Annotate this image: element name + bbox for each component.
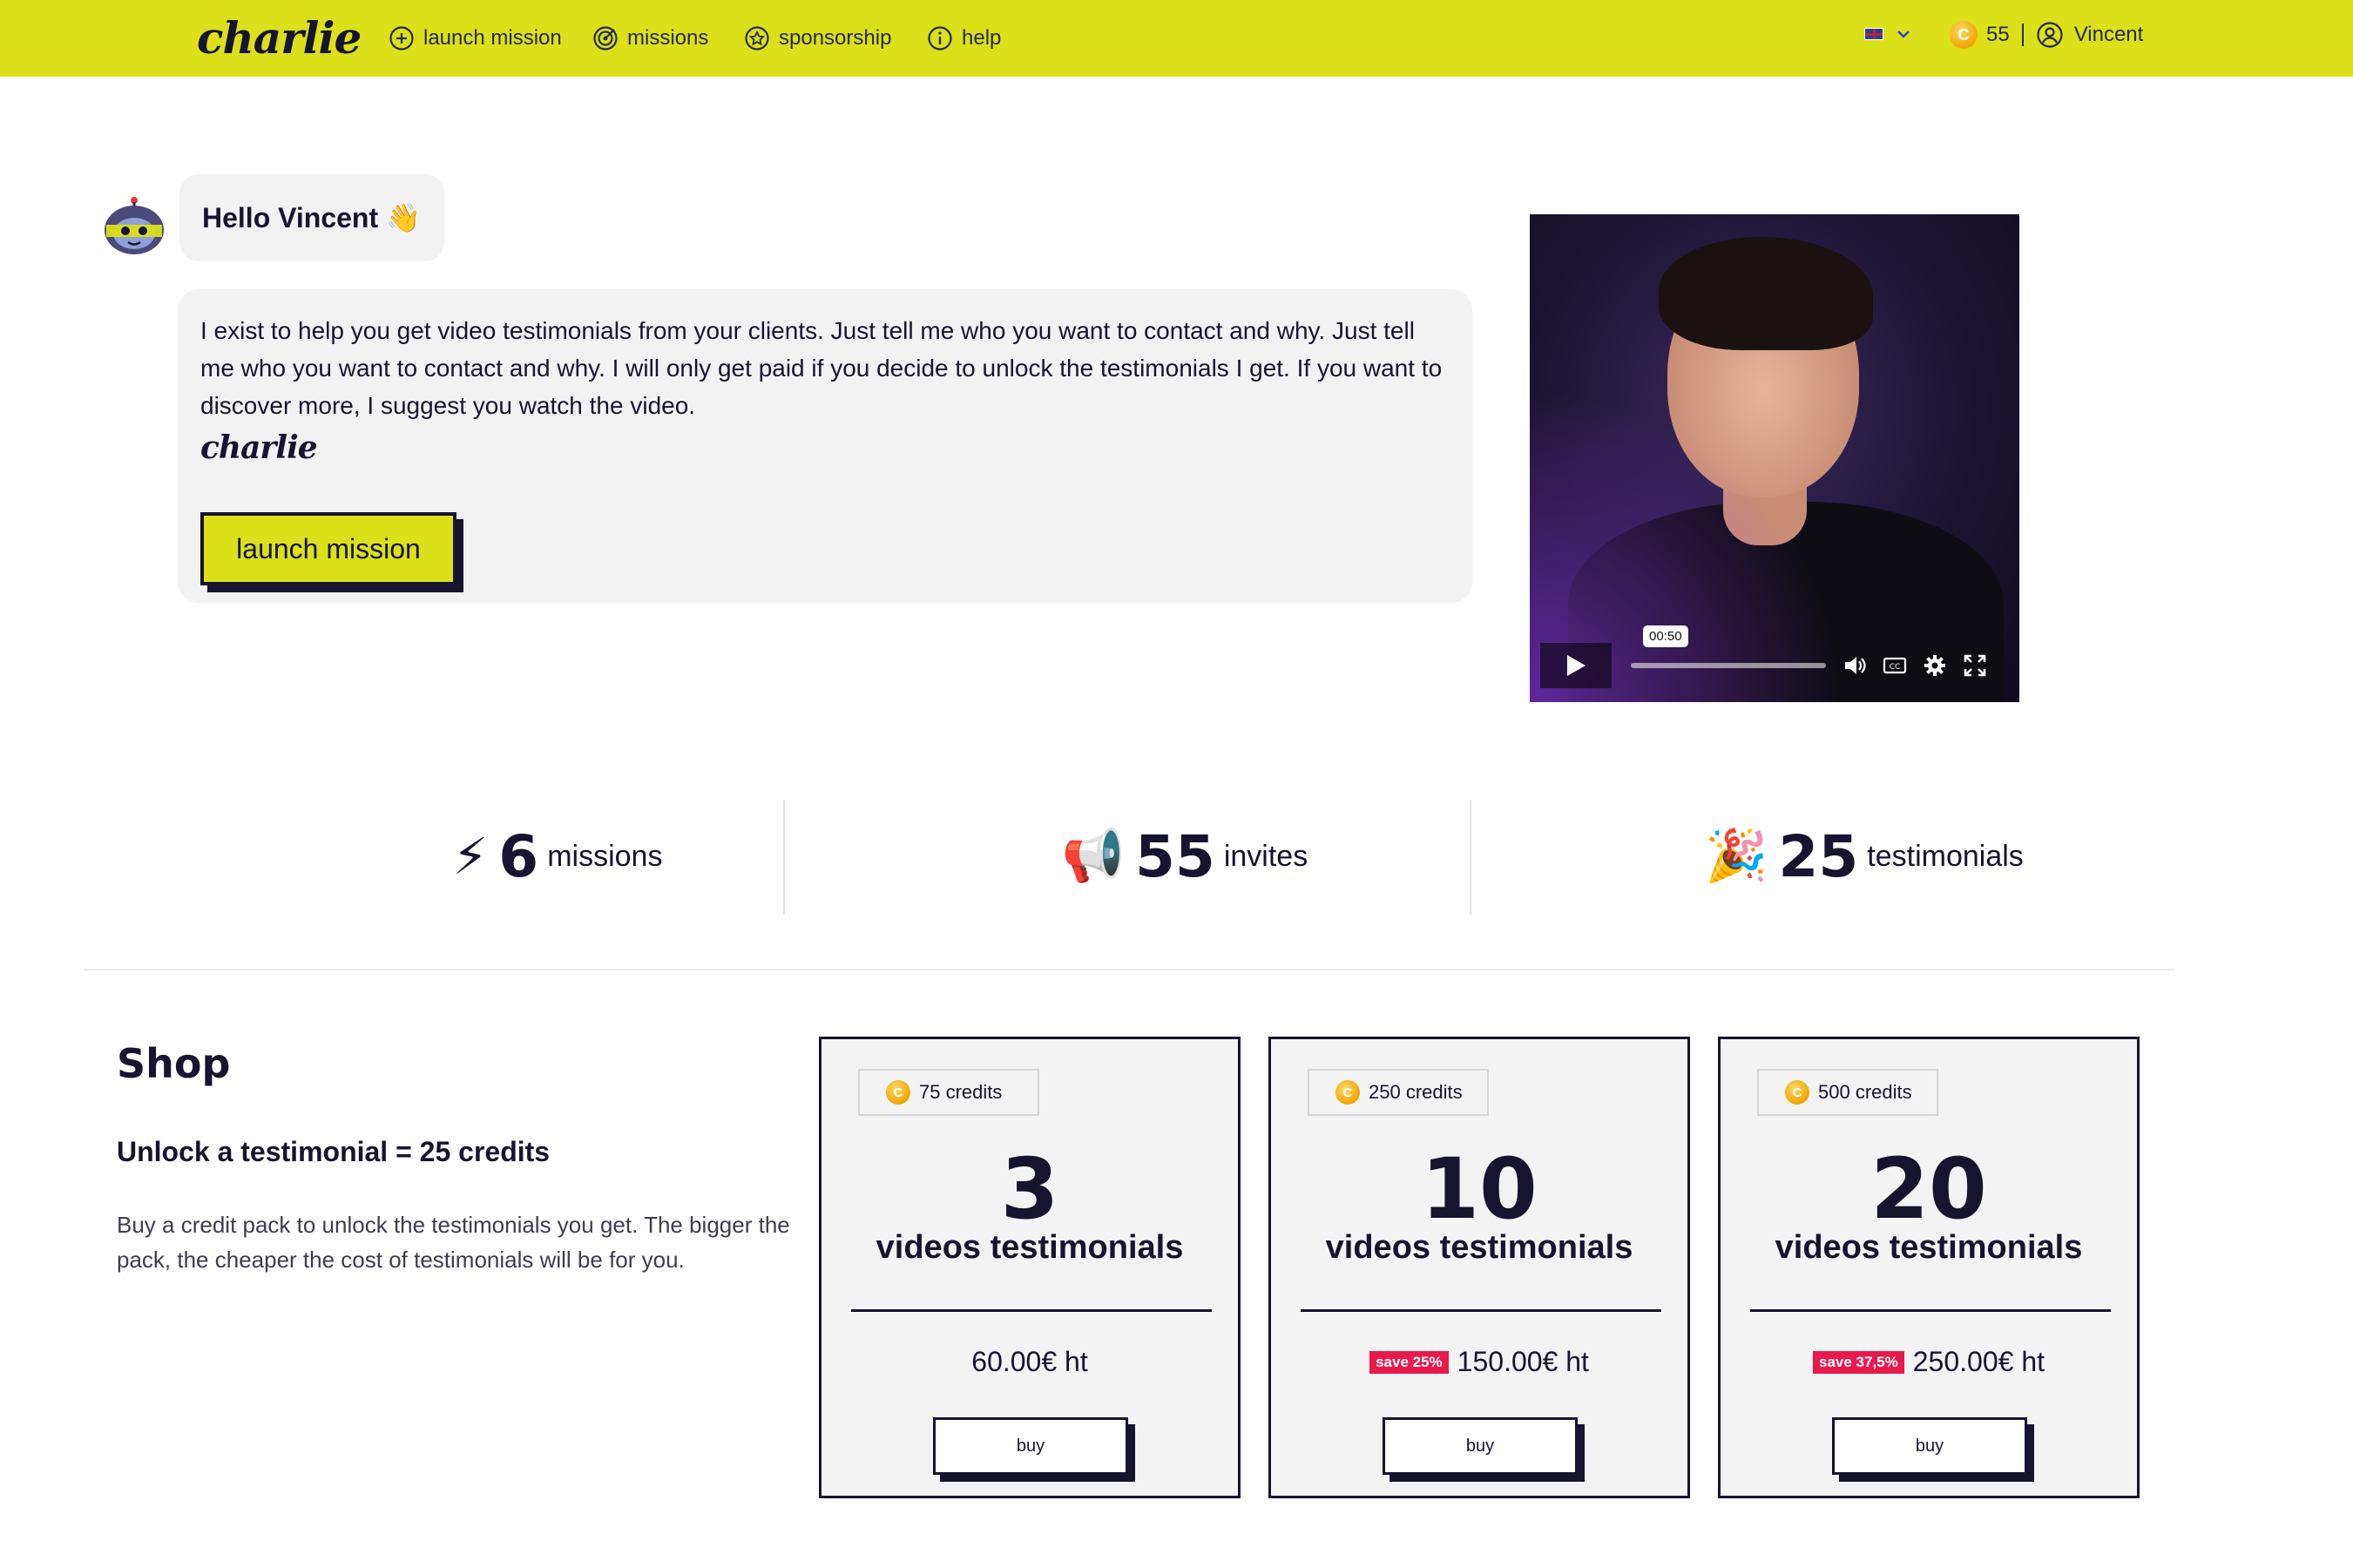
user-circle-icon: [2037, 22, 2063, 48]
buy-button[interactable]: buy: [1383, 1417, 1578, 1475]
credit-pack-card: C 500 credits 20 videos testimonials sav…: [1718, 1037, 2140, 1498]
pack-price-row: 60.00€ ht: [822, 1346, 1238, 1378]
intro-message-bubble: I exist to help you get video testimonia…: [178, 289, 1472, 603]
nav-missions[interactable]: missions: [592, 23, 708, 54]
credit-pack-card: C 250 credits 10 videos testimonials sav…: [1268, 1037, 1690, 1498]
stat-label: invites: [1223, 839, 1308, 873]
save-badge: save 37,5%: [1813, 1350, 1904, 1374]
shop-description: Buy a credit pack to unlock the testimon…: [117, 1212, 790, 1273]
nav-label: missions: [627, 26, 709, 50]
nav-label: help: [962, 26, 1002, 50]
stat-divider: [1470, 800, 1471, 915]
stat-value: 55: [1134, 822, 1215, 890]
nav-label: launch mission: [423, 26, 562, 50]
launch-mission-button[interactable]: launch mission: [200, 512, 456, 585]
section-divider: [84, 969, 2174, 970]
stat-value: 6: [498, 822, 539, 890]
play-icon: [1567, 655, 1586, 676]
stat-value: 25: [1778, 822, 1859, 890]
party-popper-icon: 🎉: [1705, 828, 1768, 884]
shop-title: Shop: [117, 1040, 231, 1087]
credits-balance[interactable]: C 55 Vincent: [1950, 21, 2143, 49]
video-controls: CC: [1540, 641, 2009, 690]
nav-sponsorship[interactable]: sponsorship: [744, 23, 891, 54]
volume-icon[interactable]: [1842, 652, 1868, 679]
shop-subtitle: Unlock a testimonial = 25 credits: [117, 1136, 551, 1167]
card-divider: [851, 1309, 1212, 1312]
plus-circle-icon: [389, 26, 414, 51]
nav-help[interactable]: help: [927, 23, 1001, 54]
stat-testimonials: 🎉 25 testimonials: [1620, 800, 2108, 913]
chevron-down-icon: [1897, 30, 1910, 38]
credits-count: 55: [1986, 23, 2010, 46]
nav-launch-mission[interactable]: launch mission: [389, 23, 562, 54]
credit-coin-icon: C: [1335, 1080, 1360, 1105]
svg-text:CC: CC: [1890, 663, 1901, 672]
star-badge-icon: [745, 26, 769, 51]
credits-pill: C 500 credits: [1757, 1069, 1938, 1116]
charlie-signature: charlie: [200, 429, 318, 466]
uk-flag-icon: [1864, 28, 1883, 40]
nav-label: sponsorship: [779, 26, 892, 50]
intro-video-player[interactable]: 00:50 CC: [1530, 214, 2019, 702]
stat-missions: ⚡ 6 missions: [331, 800, 784, 913]
buy-button[interactable]: buy: [933, 1417, 1128, 1475]
credit-coin-icon: C: [1785, 1080, 1809, 1105]
divider: [2021, 24, 2024, 46]
credit-coin-icon: C: [1950, 21, 1978, 49]
charlie-logo[interactable]: charlie: [197, 12, 362, 64]
user-name: Vincent: [2073, 23, 2144, 46]
pack-price: 150.00€ ht: [1457, 1346, 1589, 1377]
pack-credits: 75 credits: [919, 1081, 1003, 1103]
pack-unit-label: videos testimonials: [876, 1229, 1184, 1266]
video-frame-glow: [1530, 214, 2018, 702]
language-selector[interactable]: [1864, 26, 1911, 42]
card-divider: [1301, 1309, 1661, 1312]
stat-invites: 📢 55 invites: [958, 800, 1411, 913]
credits-pill: C 75 credits: [858, 1069, 1039, 1116]
play-button[interactable]: [1540, 643, 1612, 688]
pack-credits: 500 credits: [1818, 1081, 1912, 1103]
charlie-robot-avatar: [105, 197, 164, 254]
pack-video-count: 20: [1870, 1140, 1987, 1238]
stat-label: testimonials: [1867, 839, 2024, 873]
credit-pack-card: C 75 credits 3 videos testimonials 60.00…: [819, 1037, 1241, 1498]
credits-pill: C 250 credits: [1308, 1069, 1489, 1116]
video-progress-track[interactable]: [1631, 663, 1826, 668]
hello-bubble: Hello Vincent 👋: [179, 174, 444, 261]
save-badge: save 25%: [1369, 1350, 1449, 1374]
buy-button[interactable]: buy: [1832, 1417, 2027, 1475]
pack-price: 250.00€ ht: [1912, 1346, 2045, 1377]
pack-credits: 250 credits: [1369, 1081, 1463, 1103]
target-icon: [593, 26, 618, 51]
captions-icon[interactable]: CC: [1882, 652, 1908, 679]
top-navbar: charlie launch mission missions sponsors…: [0, 0, 2353, 77]
pack-video-count: 3: [1000, 1140, 1059, 1238]
megaphone-icon: 📢: [1061, 828, 1125, 884]
pack-price-row: save 25% 150.00€ ht: [1271, 1346, 1687, 1378]
fullscreen-icon[interactable]: [1962, 652, 1988, 679]
settings-gear-icon[interactable]: [1922, 652, 1948, 679]
user-menu[interactable]: Vincent: [2036, 21, 2144, 49]
pack-unit-label: videos testimonials: [1775, 1229, 2083, 1266]
pack-video-count: 10: [1421, 1140, 1538, 1238]
intro-message-text: I exist to help you get video testimonia…: [200, 317, 1443, 419]
pack-price: 60.00€ ht: [971, 1346, 1088, 1377]
card-divider: [1750, 1309, 2111, 1312]
credit-coin-icon: C: [886, 1080, 910, 1105]
stat-divider: [783, 800, 785, 915]
pack-unit-label: videos testimonials: [1325, 1229, 1633, 1266]
pack-price-row: save 37,5% 250.00€ ht: [1721, 1346, 2137, 1378]
lightning-icon: ⚡: [452, 828, 489, 885]
info-icon: [928, 26, 952, 51]
stat-label: missions: [547, 839, 663, 873]
